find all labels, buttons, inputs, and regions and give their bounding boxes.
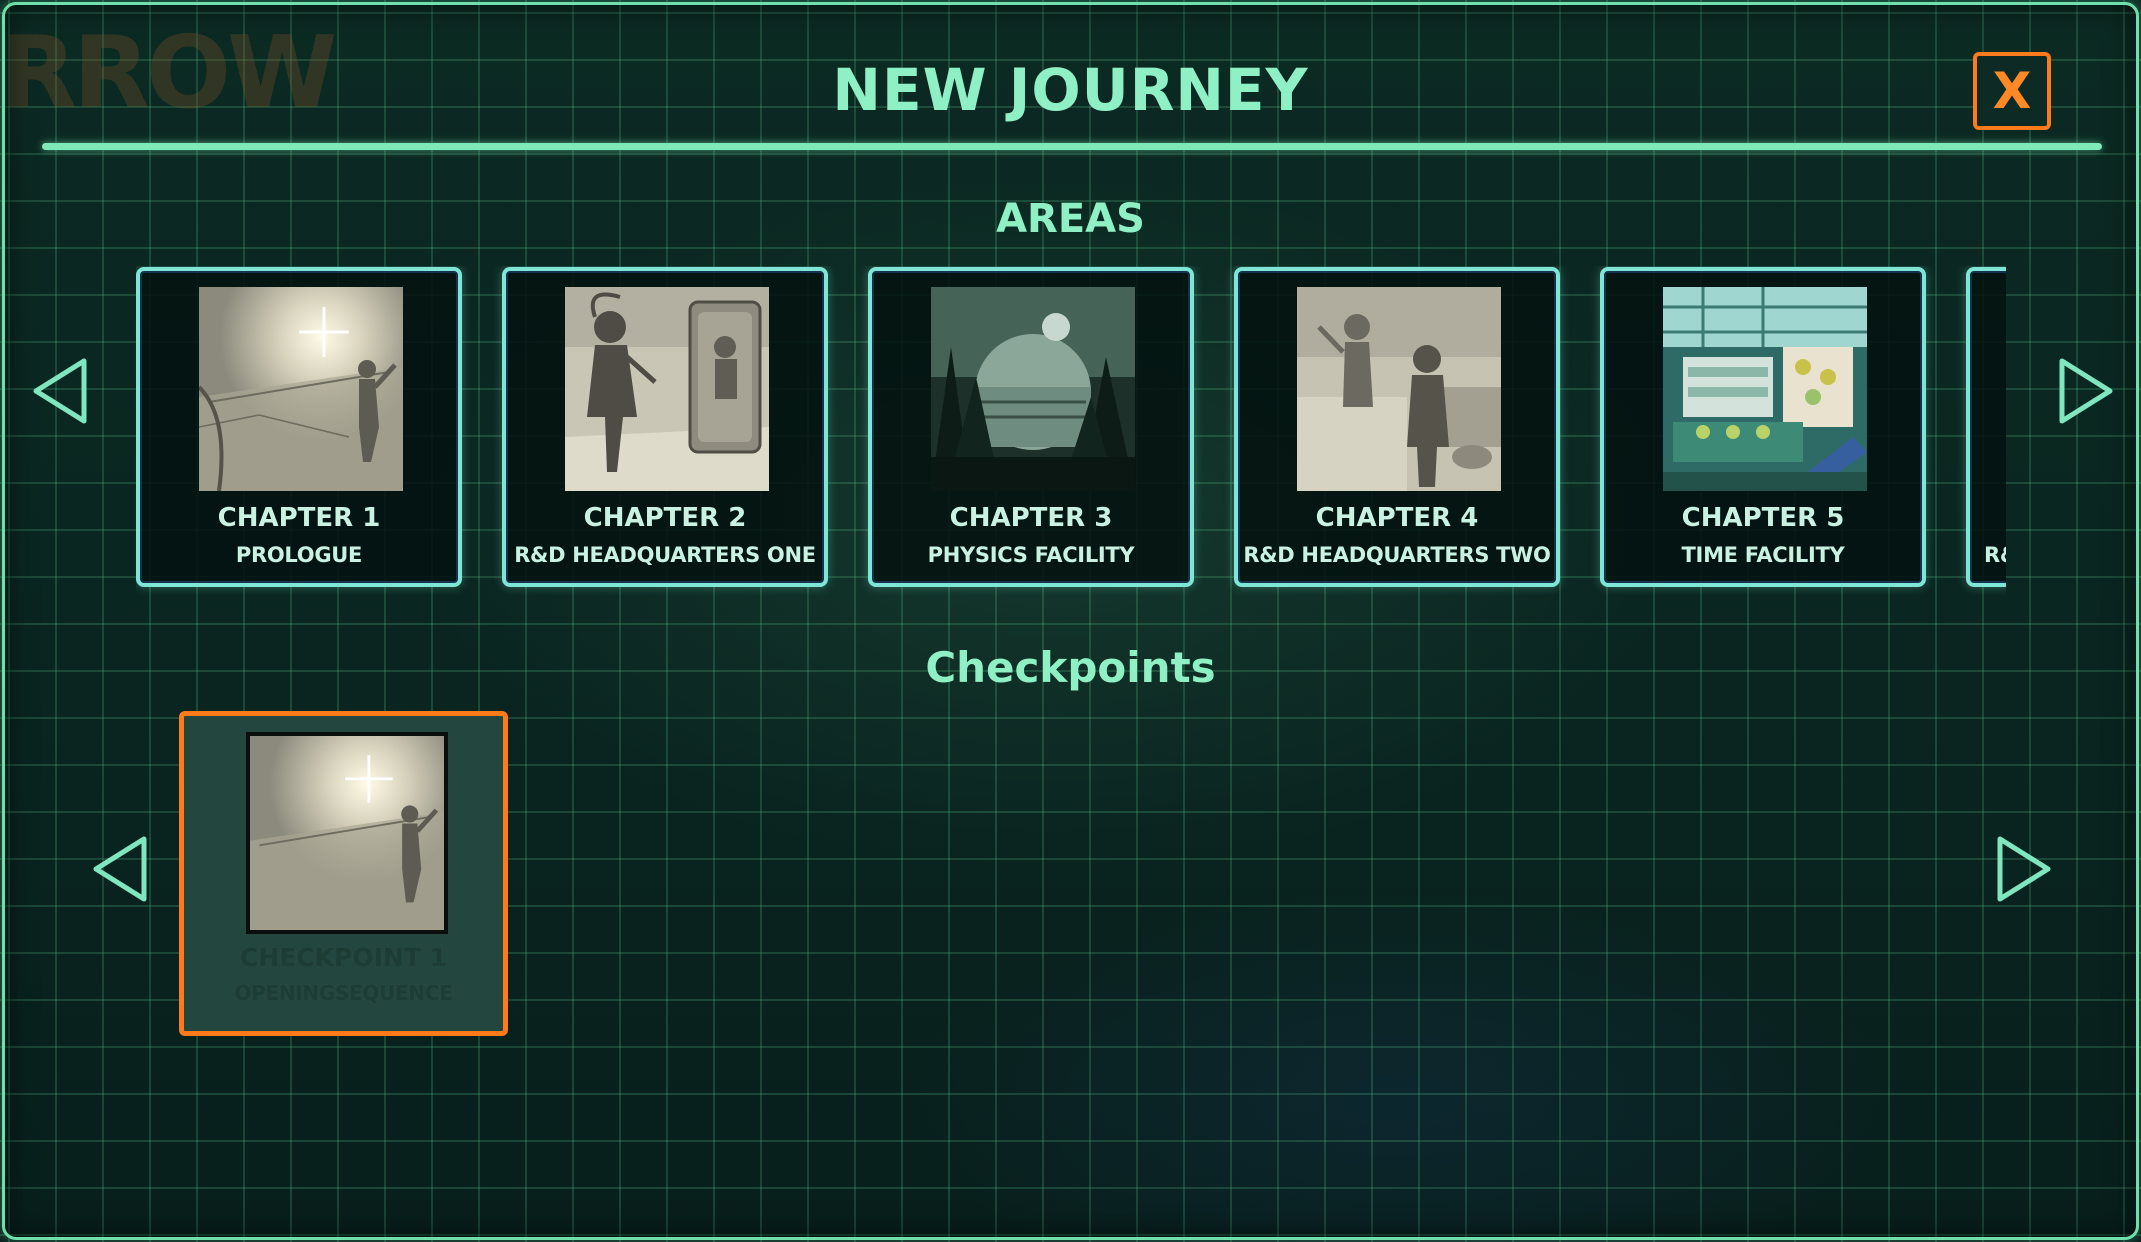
chapter-4-subtitle: R&D HEADQUARTERS TWO xyxy=(1243,543,1551,567)
chapter-5-subtitle: TIME FACILITY xyxy=(1681,543,1845,567)
areas-next-arrow-icon[interactable] xyxy=(2056,355,2116,427)
checkpoints-heading: Checkpoints xyxy=(925,643,1216,692)
checkpoints-next-arrow-icon[interactable] xyxy=(1994,833,2054,905)
chapter-2-subtitle: R&D HEADQUARTERS ONE xyxy=(514,543,816,567)
chapter-5-thumbnail xyxy=(1663,287,1867,491)
areas-heading: AREAS xyxy=(996,196,1145,242)
checkpoint-1-title: CHECKPOINT 1 xyxy=(239,943,448,972)
checkpoints-prev-arrow-icon[interactable] xyxy=(90,833,150,905)
chapter-1-title: CHAPTER 1 xyxy=(217,503,381,533)
chapter-2-thumbnail xyxy=(565,287,769,491)
chapter-card-6[interactable]: R& xyxy=(1966,267,2006,587)
background-grid xyxy=(0,0,2141,1242)
page-title: NEW JOURNEY xyxy=(832,56,1309,124)
chapter-card-3[interactable]: CHAPTER 3 PHYSICS FACILITY xyxy=(868,267,1194,587)
chapter-1-subtitle: PROLOGUE xyxy=(235,543,363,567)
chapter-4-title: CHAPTER 4 xyxy=(1315,503,1479,533)
chapter-3-subtitle: PHYSICS FACILITY xyxy=(927,543,1135,567)
new-journey-screen: RROW NEW JOURNEY X AREAS CHAPTER 1 PROLO… xyxy=(0,0,2141,1242)
checkpoint-1-subtitle: OPENINGSEQUENCE xyxy=(234,981,453,1005)
title-divider xyxy=(42,143,2102,150)
chapter-card-2[interactable]: CHAPTER 2 R&D HEADQUARTERS ONE xyxy=(502,267,828,587)
chapter-2-title: CHAPTER 2 xyxy=(583,503,747,533)
chapter-card-1[interactable]: CHAPTER 1 PROLOGUE xyxy=(136,267,462,587)
areas-carousel: CHAPTER 1 PROLOGUE CHAPTER 2 R&D HEADQUA… xyxy=(136,266,2006,596)
window-frame xyxy=(2,2,2139,1240)
chapter-card-4[interactable]: CHAPTER 4 R&D HEADQUARTERS TWO xyxy=(1234,267,1560,587)
chapter-4-thumbnail xyxy=(1297,287,1501,491)
checkpoint-card-1[interactable]: CHECKPOINT 1 OPENINGSEQUENCE xyxy=(179,711,508,1036)
checkpoint-1-thumbnail xyxy=(246,732,448,934)
chapter-1-thumbnail xyxy=(199,287,403,491)
chapter-6-subtitle: R& xyxy=(1984,543,2006,567)
close-button[interactable]: X xyxy=(1973,52,2051,130)
areas-prev-arrow-icon[interactable] xyxy=(30,355,90,427)
chapter-5-title: CHAPTER 5 xyxy=(1681,503,1845,533)
chapter-card-5[interactable]: CHAPTER 5 TIME FACILITY xyxy=(1600,267,1926,587)
chapter-3-thumbnail xyxy=(931,287,1135,491)
chapter-3-title: CHAPTER 3 xyxy=(949,503,1113,533)
